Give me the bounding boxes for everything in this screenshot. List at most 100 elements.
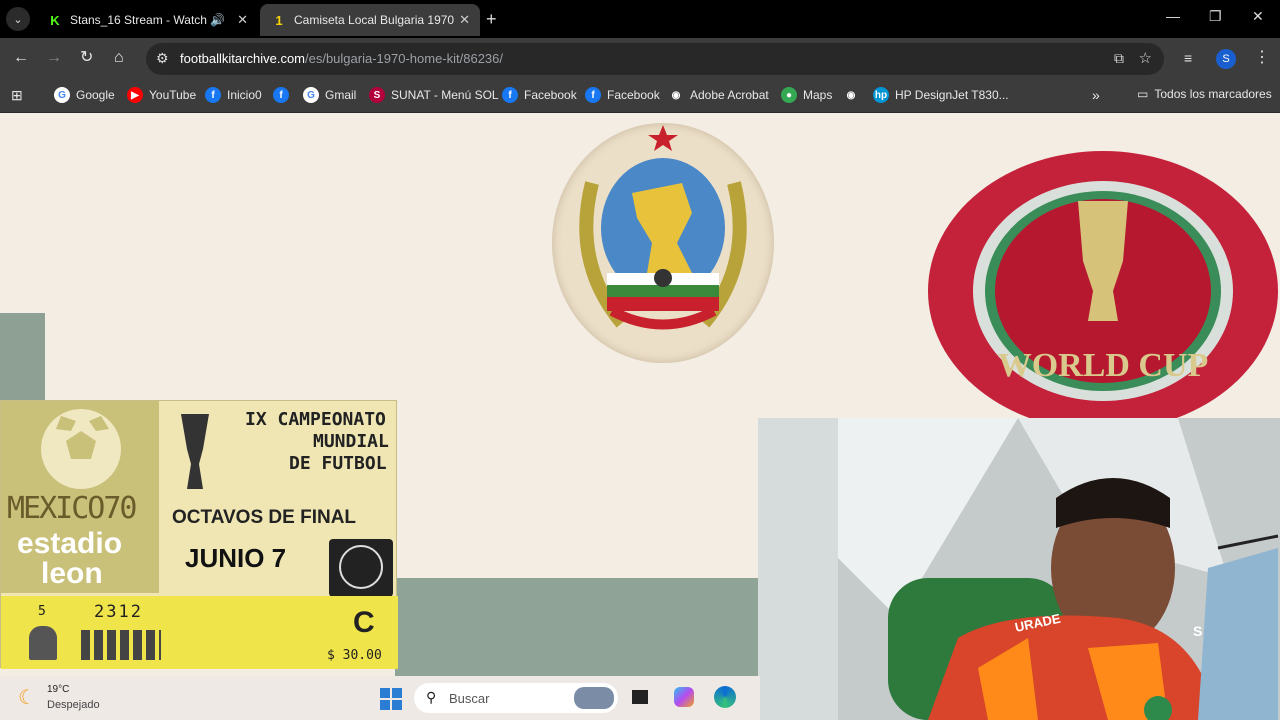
match-ticket-image: MEXICO70 estadio leon IX CAMPEONATO MUND… bbox=[0, 400, 398, 669]
weather-condition: Despejado bbox=[47, 699, 100, 711]
facebook-icon: f bbox=[205, 87, 221, 103]
bookmark-item[interactable]: hp HP DesignJet T830... bbox=[873, 87, 1009, 103]
windows-start-button[interactable] bbox=[380, 688, 402, 710]
new-tab-button[interactable]: + bbox=[486, 9, 497, 30]
bookmark-label: YouTube bbox=[149, 88, 197, 102]
jersey-text-b: S bbox=[1193, 623, 1202, 639]
tab-search-button[interactable]: ⌄ bbox=[6, 7, 30, 31]
footballkitarchive-icon: 1 bbox=[275, 12, 283, 28]
bookmark-label: Facebook bbox=[524, 88, 577, 102]
url-text: footballkitarchive.com/es/bulgaria-1970-… bbox=[180, 51, 503, 66]
bookmark-item[interactable]: f Inicio0 bbox=[205, 87, 262, 103]
home-icon: ⌂ bbox=[114, 49, 124, 66]
ticket-price: $ 30.00 bbox=[327, 648, 382, 663]
site-info-icon[interactable]: ⚙ bbox=[156, 50, 169, 67]
bookmark-item[interactable]: G Gmail bbox=[303, 87, 356, 103]
folder-icon: ▭ bbox=[1137, 87, 1149, 101]
tab-bulgaria-kit[interactable]: 1 Camiseta Local Bulgaria 1970 ✕ bbox=[260, 4, 480, 36]
media-control-icon[interactable]: ≡ bbox=[1184, 49, 1192, 67]
bookmark-item[interactable]: G Google bbox=[54, 87, 115, 103]
edge-browser-icon[interactable] bbox=[714, 686, 736, 708]
bookmark-item[interactable]: ◉ Adobe Acrobat bbox=[668, 87, 769, 103]
bookmark-label: Gmail bbox=[325, 88, 357, 102]
forward-button[interactable]: → bbox=[46, 49, 62, 67]
close-tab-icon[interactable]: ✕ bbox=[459, 12, 470, 28]
taskbar-search-box[interactable]: ⚲ Buscar bbox=[414, 683, 618, 713]
minimize-button[interactable]: — bbox=[1166, 8, 1180, 24]
youtube-icon: ▶ bbox=[127, 87, 143, 103]
google-icon: G bbox=[303, 87, 319, 103]
facebook-icon: f bbox=[585, 87, 601, 103]
bookmark-label: Inicio0 bbox=[227, 88, 262, 102]
bookmark-item[interactable]: ▶ YouTube bbox=[127, 87, 196, 103]
bulgaria-crest-image bbox=[552, 123, 774, 363]
url-domain: footballkitarchive.com bbox=[180, 51, 305, 66]
task-view-icon[interactable] bbox=[632, 690, 648, 704]
reload-icon: ↻ bbox=[80, 49, 94, 66]
webcam-overlay: URADE S bbox=[758, 418, 1280, 720]
install-app-icon[interactable]: ⧉ bbox=[1114, 50, 1124, 67]
arrow-right-icon: → bbox=[46, 49, 62, 66]
tab-title: Camiseta Local Bulgaria 1970 bbox=[294, 13, 455, 27]
maps-pin-icon: ● bbox=[781, 87, 797, 103]
arrow-left-icon: ← bbox=[13, 49, 29, 66]
kick-icon: K bbox=[50, 12, 60, 28]
home-button[interactable]: ⌂ bbox=[114, 49, 124, 67]
menu-kebab-icon[interactable]: ⋮ bbox=[1254, 49, 1270, 67]
more-bookmarks-icon[interactable]: » bbox=[1092, 87, 1100, 103]
world-cup-rosette-image: WORLD CUP bbox=[928, 151, 1278, 431]
copilot-icon[interactable] bbox=[674, 687, 694, 707]
trophy-icon bbox=[181, 414, 209, 489]
clock-icon bbox=[329, 539, 393, 597]
tab-stream[interactable]: K Stans_16 Stream - Watch Liv 🔊 ✕ bbox=[36, 4, 258, 36]
weather-moon-icon: ☾ bbox=[18, 687, 36, 709]
ticket-brand: MEXICO70 bbox=[7, 491, 137, 526]
close-window-button[interactable]: ✕ bbox=[1252, 8, 1264, 25]
search-placeholder: Buscar bbox=[449, 691, 490, 706]
all-bookmarks-folder[interactable]: ▭ Todos los marcadores bbox=[1137, 87, 1272, 101]
address-bar[interactable]: ⚙ footballkitarchive.com/es/bulgaria-197… bbox=[146, 43, 1164, 75]
avatar[interactable]: S bbox=[1216, 49, 1236, 69]
weather-temperature: 19°C bbox=[47, 684, 70, 695]
all-bookmarks-label: Todos los marcadores bbox=[1154, 87, 1272, 101]
bookmark-label: Adobe Acrobat bbox=[690, 88, 769, 102]
streamer-video: URADE S bbox=[758, 418, 1280, 720]
sunat-icon: S bbox=[369, 87, 385, 103]
plus-icon: + bbox=[486, 9, 497, 29]
back-button[interactable]: ← bbox=[13, 49, 29, 67]
ticket-logo-panel: MEXICO70 estadio leon bbox=[1, 401, 159, 593]
football-logo-icon bbox=[41, 409, 121, 489]
crest-graphic bbox=[579, 125, 747, 330]
ticket-round: OCTAVOS DE FINAL bbox=[172, 507, 357, 528]
speaker-icon[interactable]: 🔊 bbox=[210, 13, 225, 27]
bookmark-star-icon[interactable]: ☆ bbox=[1139, 49, 1152, 67]
ticket-section: C bbox=[353, 606, 375, 639]
rosette-text: WORLD CUP bbox=[998, 347, 1209, 384]
maximize-button[interactable]: ❐ bbox=[1209, 8, 1222, 25]
bookmark-item[interactable]: f Facebook bbox=[502, 87, 577, 103]
search-icon: ⚲ bbox=[426, 689, 437, 705]
rosette-graphic: WORLD CUP bbox=[928, 151, 1278, 431]
google-icon: G bbox=[54, 87, 70, 103]
ticket-venue-line1: estadio bbox=[17, 527, 123, 560]
ticket-seat-row: 5 bbox=[38, 604, 46, 619]
globe-icon: ◉ bbox=[843, 87, 859, 103]
bookmark-label: Maps bbox=[803, 88, 833, 102]
ticket-line3: DE FUTBOL bbox=[289, 453, 387, 474]
tab-title: Stans_16 Stream - Watch Liv bbox=[70, 13, 210, 27]
ticket-venue-line2: leon bbox=[41, 557, 103, 590]
bookmark-item[interactable]: f bbox=[273, 87, 289, 103]
globe-icon: ◉ bbox=[668, 87, 684, 103]
hp-icon: hp bbox=[873, 87, 889, 103]
ticket-seat-number: 2312 bbox=[94, 602, 143, 622]
bookmark-item[interactable]: ● Maps bbox=[781, 87, 832, 103]
bookmark-item[interactable]: ◉ bbox=[843, 87, 859, 103]
bookmark-item[interactable]: S SUNAT - Menú SOL bbox=[369, 87, 499, 103]
ticket-stub: 5 2312 C $ 30.00 bbox=[1, 596, 398, 669]
facebook-icon: f bbox=[502, 87, 518, 103]
windows-taskbar: ☾ 19°C Despejado ⚲ Buscar bbox=[0, 676, 760, 720]
close-tab-icon[interactable]: ✕ bbox=[237, 12, 248, 28]
reload-button[interactable]: ↻ bbox=[80, 49, 93, 67]
bookmark-item[interactable]: f Facebook bbox=[585, 87, 660, 103]
apps-grid-icon[interactable]: ⊞ bbox=[11, 87, 23, 104]
